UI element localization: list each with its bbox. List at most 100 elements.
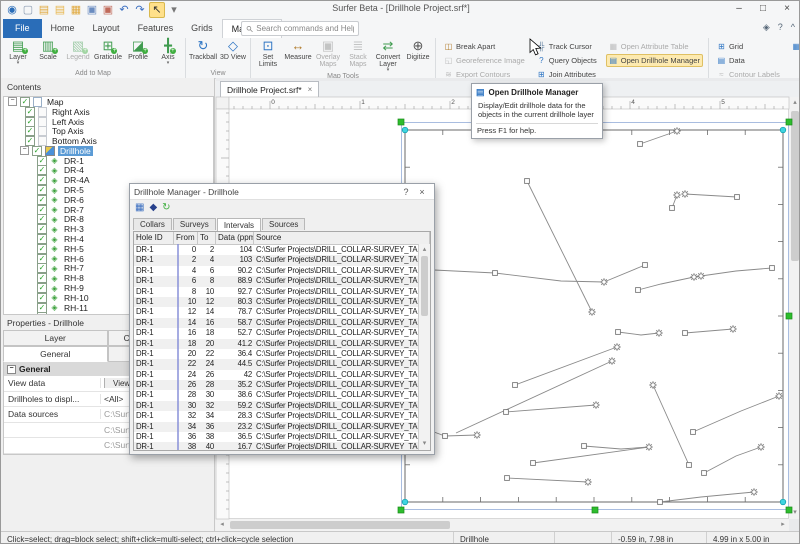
column-header-from[interactable]: From xyxy=(174,232,198,244)
table-scroll-up-icon[interactable]: ▴ xyxy=(419,244,430,256)
track-cursor-button[interactable]: ╬Track Cursor xyxy=(534,40,600,53)
dialog-tab-collars[interactable]: Collars xyxy=(133,218,172,230)
scale-button[interactable]: ▥+Scale xyxy=(33,39,63,61)
collapse-ribbon-icon[interactable]: ^ xyxy=(791,22,795,33)
dialog-tab-sources[interactable]: Sources xyxy=(262,218,305,230)
convert-layer-button[interactable]: ⇄Convert Layer▾ xyxy=(373,39,403,72)
trackball-button[interactable]: ↻Trackball xyxy=(188,39,218,61)
new-file-icon[interactable]: ▢ xyxy=(21,3,35,17)
close-button[interactable]: × xyxy=(775,1,799,17)
visibility-checkbox[interactable]: ✓ xyxy=(37,214,47,224)
visibility-checkbox[interactable]: ✓ xyxy=(37,283,47,293)
visibility-checkbox[interactable]: ✓ xyxy=(37,165,47,175)
visibility-checkbox[interactable]: ✓ xyxy=(25,136,35,146)
ribbon-tab-grids[interactable]: Grids xyxy=(182,19,222,38)
properties-tab-general[interactable]: General xyxy=(3,346,108,362)
surfer-logo-icon[interactable]: ◉ xyxy=(5,3,19,17)
ribbon-tab-features[interactable]: Features xyxy=(129,19,183,38)
open-folder-icon[interactable]: ▤ xyxy=(53,3,67,17)
visibility-checkbox[interactable]: ✓ xyxy=(37,185,47,195)
dialog-title-bar[interactable]: Drillhole Manager - Drillhole ? × xyxy=(130,184,434,200)
visibility-checkbox[interactable]: ✓ xyxy=(37,273,47,283)
scroll-left-icon[interactable]: ◂ xyxy=(216,519,228,531)
dialog-tab-intervals[interactable]: Intervals xyxy=(217,218,261,231)
table-scroll-down-icon[interactable]: ▾ xyxy=(419,438,430,450)
open-drillhole-manager-button[interactable]: ▤Open Drillhole Manager xyxy=(606,54,703,67)
digitize-button[interactable]: ⊕Digitize xyxy=(403,39,433,61)
grid-button[interactable]: ⊞Grid xyxy=(714,40,783,53)
graticule-button[interactable]: ⊞+Graticule xyxy=(93,39,123,61)
visibility-checkbox[interactable]: ✓ xyxy=(32,146,42,156)
save-icon[interactable]: ▣ xyxy=(85,3,99,17)
visibility-checkbox[interactable]: ✓ xyxy=(37,244,47,254)
data-button[interactable]: ▤Data xyxy=(714,54,783,67)
ribbon-tab-file[interactable]: File xyxy=(3,19,42,38)
help-icon[interactable]: ? xyxy=(778,22,783,33)
tree-item-map[interactable]: −✓Map xyxy=(4,97,213,107)
visibility-checkbox[interactable]: ✓ xyxy=(37,195,47,205)
dialog-table-scrollbar[interactable]: ▴ ▾ xyxy=(418,244,430,450)
select-tool-icon[interactable]: ↖ xyxy=(149,2,165,18)
document-tab-close-icon[interactable]: × xyxy=(308,85,313,94)
tree-item-right-axis[interactable]: ✓Right Axis xyxy=(4,107,213,117)
tree-expander-icon[interactable]: − xyxy=(20,146,29,155)
maximize-button[interactable]: □ xyxy=(751,1,775,17)
visibility-checkbox[interactable]: ✓ xyxy=(37,254,47,264)
tree-expander-icon[interactable]: − xyxy=(8,97,17,106)
properties-tab-layer[interactable]: Layer xyxy=(3,330,108,346)
column-header-data-ppm-[interactable]: Data (ppm) xyxy=(216,232,254,244)
qat-more-icon[interactable]: ▾ xyxy=(167,3,181,17)
pin-ribbon-icon[interactable]: ◈ xyxy=(763,22,770,33)
dialog-tab-surveys[interactable]: Surveys xyxy=(173,218,216,230)
minimize-button[interactable]: – xyxy=(727,1,751,17)
tree-item-dr-4[interactable]: ✓◈DR-4 xyxy=(4,166,213,176)
visibility-checkbox[interactable]: ✓ xyxy=(37,293,47,303)
dialog-help-button[interactable]: ? xyxy=(398,187,414,197)
dialog-close-button[interactable]: × xyxy=(414,187,430,197)
break-apart-button[interactable]: ◫Break Apart xyxy=(441,40,528,53)
visibility-checkbox[interactable]: ✓ xyxy=(20,97,30,107)
scroll-right-icon[interactable]: ▸ xyxy=(777,519,789,531)
filter-icon[interactable]: ◆ xyxy=(149,202,157,214)
horizontal-scrollbar[interactable]: ◂ ▸ xyxy=(216,518,789,531)
visibility-checkbox[interactable]: ✓ xyxy=(37,205,47,215)
redo-icon[interactable]: ↷ xyxy=(133,3,147,17)
tree-item-bottom-axis[interactable]: ✓Bottom Axis xyxy=(4,136,213,146)
visibility-checkbox[interactable]: ✓ xyxy=(25,126,35,136)
import-icon[interactable]: ▦ xyxy=(69,3,83,17)
layer-button[interactable]: ▤+Layer▾ xyxy=(3,39,33,65)
tree-item-top-axis[interactable]: ✓Top Axis xyxy=(4,126,213,136)
search-box[interactable]: Search commands and Help... xyxy=(241,21,359,36)
column-header-to[interactable]: To xyxy=(198,232,216,244)
profile-button[interactable]: ◪+Profile xyxy=(123,39,153,61)
visibility-checkbox[interactable]: ✓ xyxy=(37,303,47,313)
drillhole-manager-dialog[interactable]: Drillhole Manager - Drillhole ? × ▦◆↻ Co… xyxy=(129,183,435,455)
vertical-scrollbar[interactable]: ▴ ▾ xyxy=(788,97,800,519)
document-tab[interactable]: Drillhole Project.srf* × xyxy=(220,81,319,97)
report-icon[interactable]: ▦ xyxy=(135,202,144,214)
visibility-checkbox[interactable]: ✓ xyxy=(37,234,47,244)
visibility-checkbox[interactable]: ✓ xyxy=(37,263,47,273)
export-icon[interactable]: ▣ xyxy=(101,3,115,17)
axis-button[interactable]: ╋+Axis▾ xyxy=(153,39,183,65)
layer-labels-button[interactable]: ▦Layer Labels xyxy=(789,40,800,53)
intervals-table[interactable]: Hole IDFromToData (ppm)Source DR-102104C… xyxy=(133,231,431,451)
tree-item-dr-1[interactable]: ✓◈DR-1 xyxy=(4,156,213,166)
visibility-checkbox[interactable]: ✓ xyxy=(37,175,47,185)
undo-icon[interactable]: ↶ xyxy=(117,3,131,17)
column-header-hole-id[interactable]: Hole ID xyxy=(134,232,174,244)
tree-item-left-axis[interactable]: ✓Left Axis xyxy=(4,117,213,127)
measure-button[interactable]: ↔Measure xyxy=(283,39,313,61)
scroll-down-icon[interactable]: ▾ xyxy=(789,507,800,519)
column-header-source[interactable]: Source xyxy=(254,232,430,244)
visibility-checkbox[interactable]: ✓ xyxy=(25,117,35,127)
visibility-checkbox[interactable]: ✓ xyxy=(37,224,47,234)
visibility-checkbox[interactable]: ✓ xyxy=(37,156,47,166)
open-file-icon[interactable]: ▤ xyxy=(37,3,51,17)
3d-view-button[interactable]: ◇3D View xyxy=(218,39,248,61)
tree-item-drillhole[interactable]: −✓Drillhole xyxy=(4,146,213,156)
set-limits-button[interactable]: ⊡Set Limits xyxy=(253,39,283,68)
query-objects-button[interactable]: ?Query Objects xyxy=(534,54,600,67)
visibility-checkbox[interactable]: ✓ xyxy=(25,107,35,117)
ribbon-tab-layout[interactable]: Layout xyxy=(84,19,129,38)
